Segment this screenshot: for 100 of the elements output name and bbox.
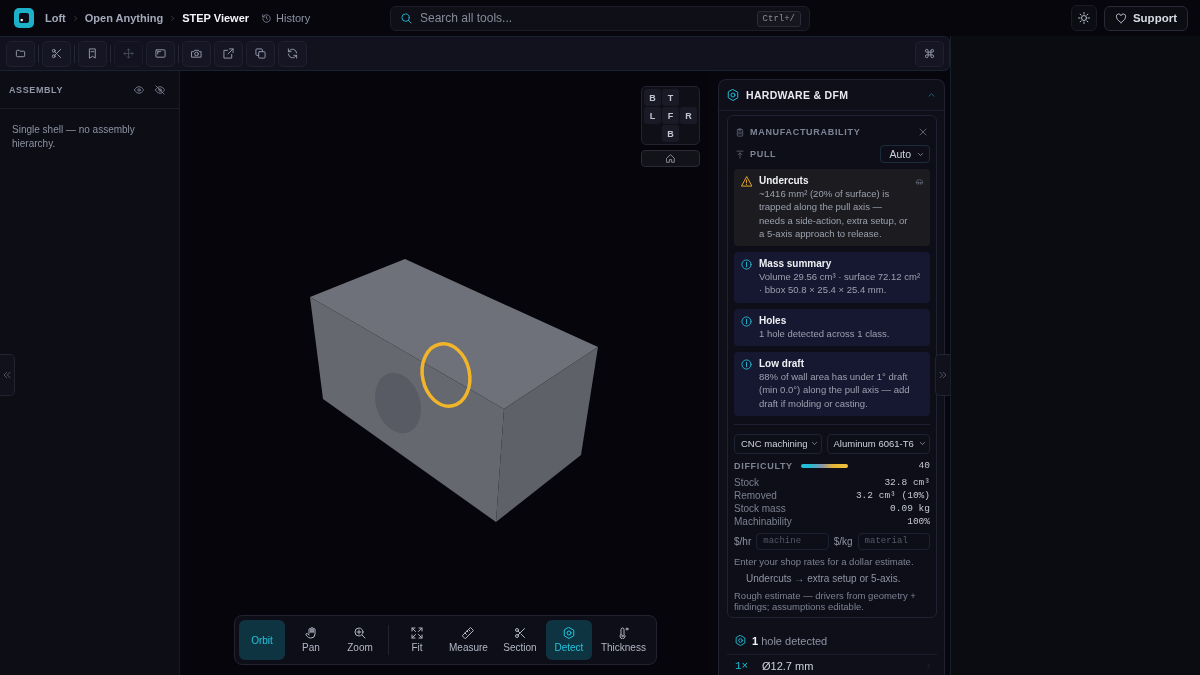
- ruler-icon: [462, 627, 475, 639]
- breadcrumb-link[interactable]: Loft: [45, 12, 66, 24]
- difficulty-value: 40: [918, 460, 930, 472]
- process-select[interactable]: CNC machining: [734, 433, 822, 454]
- pull-label: PULL: [750, 149, 777, 159]
- chevron-up-icon[interactable]: [927, 92, 936, 98]
- chevron-right-icon: [72, 14, 78, 22]
- view-face-button[interactable]: T: [662, 89, 679, 106]
- hex-nut-icon: [727, 89, 739, 101]
- chevron-down-icon: [917, 151, 924, 157]
- toolbar-button[interactable]: [182, 40, 211, 67]
- stat-value: 100%: [907, 515, 930, 527]
- rate-unit-label: $/kg: [833, 535, 853, 547]
- stat-label: Machinability: [734, 515, 792, 527]
- info-icon: [741, 259, 752, 271]
- view-face-button[interactable]: B: [662, 125, 679, 142]
- chevron-down-icon: [810, 441, 818, 447]
- toolbar-button[interactable]: [78, 40, 107, 67]
- view-face-button[interactable]: B: [644, 89, 661, 106]
- eye-off-icon[interactable]: [155, 84, 165, 95]
- export-icon: [223, 48, 234, 59]
- hex-nut-icon: [562, 627, 575, 639]
- view-face-button[interactable]: R: [680, 107, 697, 124]
- toolbar-button[interactable]: [42, 40, 71, 67]
- info-icon: [741, 315, 752, 327]
- material-select[interactable]: Aluminum 6061-T6: [826, 433, 930, 454]
- search-icon: [401, 12, 412, 24]
- empty-message: Single shell — no assembly hierarchy.: [11, 123, 136, 151]
- folder-icon: [15, 48, 26, 59]
- breadcrumb-link[interactable]: STEP Viewer: [182, 12, 250, 24]
- frame-icon: [155, 48, 166, 59]
- thermometer-icon: [617, 627, 630, 639]
- chevron-down-icon: [919, 441, 926, 447]
- rate-input[interactable]: material: [857, 532, 930, 550]
- stat-label: Stock: [734, 476, 759, 488]
- double-chevron-right-icon: [939, 371, 947, 379]
- note-text: Undercuts → extra setup or 5-axis.: [745, 572, 902, 584]
- home-view-button[interactable]: [641, 150, 700, 167]
- toolbar-button[interactable]: [246, 40, 275, 67]
- stat-value: 32.8 cm³: [884, 476, 930, 488]
- dome-icon[interactable]: [914, 178, 925, 186]
- section-title: MANUFACTURABILITY: [750, 127, 862, 137]
- breadcrumb-link[interactable]: Open Anything: [84, 12, 164, 24]
- tool-button[interactable]: Detect: [545, 620, 592, 660]
- copy-icon: [255, 48, 266, 59]
- command-icon: [924, 48, 935, 59]
- panel-title: ASSEMBLY: [9, 84, 64, 95]
- hole-class-item[interactable]: 1× Ø12.7 mm: [727, 653, 937, 675]
- finding-text: 88% of wall area has under 1° draft (min 0.0°) along the pull axis — add draft if molding or casting.: [759, 370, 911, 410]
- rate-input[interactable]: machine: [756, 532, 829, 550]
- heart-icon: [1114, 12, 1127, 24]
- support-button[interactable]: Support: [1103, 5, 1188, 31]
- stat-label: Removed: [734, 489, 777, 501]
- app-logo-icon[interactable]: [14, 8, 34, 28]
- pull-select[interactable]: Auto: [880, 145, 930, 163]
- finding-title: Low draft: [759, 357, 805, 371]
- panel-title: HARDWARE & DFM: [746, 89, 850, 101]
- history-link[interactable]: History: [262, 12, 311, 24]
- tool-button[interactable]: Measure: [443, 620, 494, 660]
- close-icon[interactable]: [919, 128, 927, 136]
- holes-summary: 1 hole detected: [752, 634, 828, 647]
- toolbar-button[interactable]: [146, 40, 175, 67]
- view-face-button[interactable]: F: [662, 107, 679, 124]
- view-face-button[interactable]: L: [644, 107, 661, 124]
- tool-button[interactable]: Fit: [394, 620, 440, 660]
- difficulty-label: DIFFICULTY: [734, 460, 793, 471]
- finding-text: ~1416 mm² (20% of surface) is trapped along the pull axis — needs a side-action, extra setup, or a 5-axis approach to release.: [759, 187, 909, 241]
- toolbar-button[interactable]: [278, 40, 307, 67]
- stat-label: Stock mass: [734, 502, 786, 514]
- finding-title: Mass summary: [759, 257, 833, 271]
- hole-diameter: Ø12.7 mm: [762, 660, 815, 673]
- finding-text: 1 hole detected across 1 class.: [759, 326, 891, 341]
- camera-icon: [191, 48, 202, 59]
- tool-button[interactable]: Thickness: [594, 620, 652, 660]
- hand-icon: [305, 627, 317, 639]
- tool-button[interactable]: Orbit: [239, 620, 285, 660]
- rate-unit-label: $/hr: [734, 535, 752, 547]
- pull-arrow-icon: [736, 149, 744, 159]
- note-text: Enter your shop rates for a dollar estimate.: [734, 555, 915, 567]
- toolbar-button[interactable]: [214, 40, 243, 67]
- stat-value: 3.2 cm³ (10%): [855, 489, 930, 501]
- warning-icon: [741, 176, 752, 187]
- command-button[interactable]: [915, 40, 944, 67]
- move-arrows-icon: [123, 48, 134, 59]
- stat-value: 0.09 kg: [890, 502, 930, 514]
- finding-title: Undercuts: [759, 174, 810, 187]
- tool-button[interactable]: Section: [496, 620, 543, 660]
- chevron-right-icon: [170, 14, 176, 22]
- eye-icon[interactable]: [134, 84, 144, 95]
- difficulty-gradient-bar: [800, 463, 848, 468]
- tool-button[interactable]: Pan: [288, 620, 334, 660]
- theme-toggle-button[interactable]: [1070, 5, 1097, 31]
- hex-nut-icon: [735, 635, 746, 647]
- fit-arrows-icon: [411, 627, 423, 639]
- tool-button[interactable]: Zoom: [337, 620, 383, 660]
- refresh-icon: [287, 48, 298, 59]
- clipboard-icon: [736, 127, 744, 137]
- finding-text: Volume 29.56 cm³ · surface 72.12 cm² · bbox 50.8 × 25.4 × 25.4 mm.: [759, 270, 922, 297]
- toolbar-button[interactable]: [6, 40, 35, 67]
- sun-icon: [1077, 12, 1090, 24]
